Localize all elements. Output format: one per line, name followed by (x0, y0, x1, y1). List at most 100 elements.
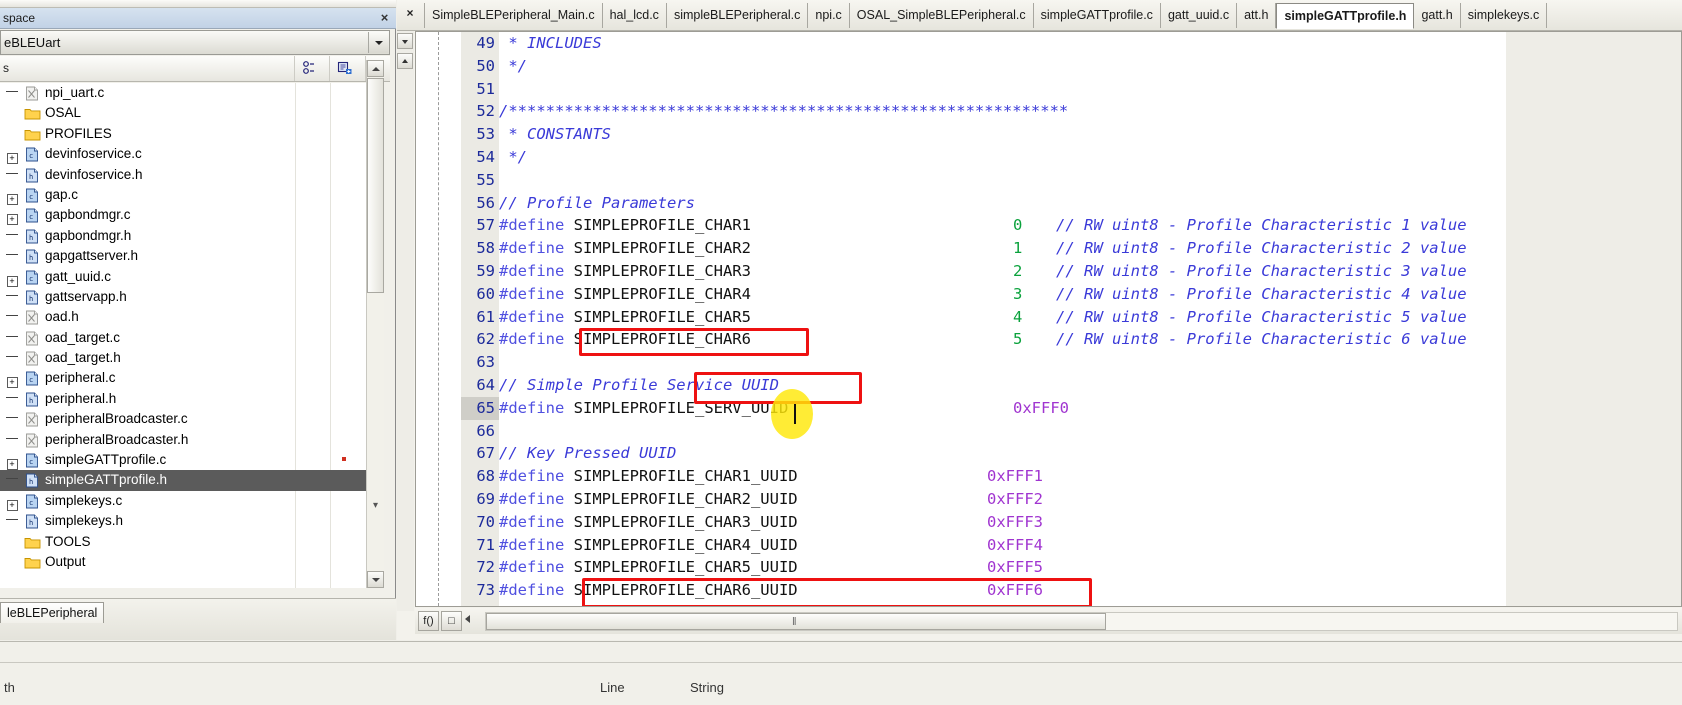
code-line[interactable]: 52/*************************************… (416, 100, 1681, 123)
code-trailing-comment: // RW uint8 - Profile Characteristic 4 v… (1056, 284, 1467, 303)
code-line[interactable]: 72 #define SIMPLEPROFILE_CHAR5_UUID 0xFFF5 (416, 556, 1681, 579)
tree-item[interactable]: + c peripheral.c (0, 368, 374, 389)
code-line[interactable]: 62 #define SIMPLEPROFILE_CHAR6 5 // RW uint… (416, 328, 1681, 351)
editor-tab-simplebleperipheral-main-c[interactable]: SimpleBLEPeripheral_Main.c (424, 3, 603, 28)
code-line[interactable]: 55 (416, 169, 1681, 192)
expand-plus-icon[interactable]: + (0, 450, 24, 471)
code-text: #define SIMPLEPROFILE_CHAR1 (499, 216, 751, 235)
tree-item[interactable]: + c gap.c (0, 185, 374, 205)
editor-tab-simplekeys-c[interactable]: simplekeys.c (1461, 3, 1548, 28)
code-line[interactable]: 49 * INCLUDES (416, 32, 1681, 55)
h-file-icon: h (24, 249, 41, 264)
tree-item[interactable]: peripheralBroadcaster.h (0, 430, 374, 450)
code-line[interactable]: 65 #define SIMPLEPROFILE_SERV_UUID 0xFFF0 (416, 396, 1681, 420)
editor-tab-att-h[interactable]: att.h (1237, 3, 1277, 28)
tree-branch-icon (0, 328, 24, 348)
relations-icon[interactable] (300, 60, 317, 77)
code-line[interactable]: 54 */ (416, 146, 1681, 169)
code-line[interactable]: 58 #define SIMPLEPROFILE_CHAR2 1 // RW uint… (416, 237, 1681, 260)
code-line[interactable]: 50 */ (416, 55, 1681, 78)
editor-tab-bar[interactable]: × SimpleBLEPeripheral_Main.c hal_lcd.c sim… (397, 0, 1682, 31)
scroll-up-icon[interactable] (397, 33, 413, 49)
code-editor[interactable]: 49 * INCLUDES 50 */51 52/*****************… (415, 31, 1682, 607)
fold-toggle-button[interactable]: f() (418, 611, 439, 631)
hscroll-thumb[interactable]: ‖ (486, 613, 1106, 630)
editor-tab-simplegattprofile-c[interactable]: simpleGATTprofile.c (1034, 3, 1161, 28)
editor-tab-gatt-uuid-c[interactable]: gatt_uuid.c (1161, 3, 1238, 28)
editor-tab-npi-c[interactable]: npi.c (808, 3, 850, 28)
tree-item[interactable]: PROFILES (0, 124, 374, 144)
code-line[interactable]: 51 (416, 78, 1681, 101)
editor-tab-label: simplekeys.c (1467, 8, 1540, 22)
code-line[interactable]: 73 #define SIMPLEPROFILE_CHAR6_UUID 0xFFF6 (416, 579, 1681, 602)
tree-item[interactable]: oad_target.c (0, 328, 374, 348)
tree-item[interactable]: + c simplekeys.c (0, 491, 374, 511)
editor-tab-gatt-h[interactable]: gatt.h (1414, 3, 1461, 28)
workspace-tab-project[interactable]: leBLEPeripheral (0, 602, 105, 623)
editor-tab-simplegattprofile-h[interactable]: simpleGATTprofile.h (1276, 3, 1415, 29)
close-icon[interactable]: × (401, 6, 419, 26)
code-line[interactable]: 59 #define SIMPLEPROFILE_CHAR3 2 // RW uint… (416, 260, 1681, 283)
tree-item[interactable]: h simplekeys.h (0, 511, 374, 531)
scroll-down-icon[interactable] (397, 53, 413, 69)
expand-plus-icon[interactable]: + (0, 267, 24, 287)
scroll-down-icon[interactable] (367, 571, 384, 588)
scroll-up-icon[interactable] (367, 60, 384, 77)
ide-window: space × eBLEUart s npi_uart.c OSAL PROFI… (0, 0, 1682, 705)
code-line[interactable]: 63 (416, 351, 1681, 374)
code-line[interactable]: 69 #define SIMPLEPROFILE_CHAR2_UUID 0xFFF2 (416, 488, 1681, 511)
tree-item[interactable]: oad.h (0, 307, 374, 327)
editor-horizontal-scrollbar[interactable]: f() □ ‖ (415, 608, 1682, 634)
tree-item[interactable]: h gattservapp.h (0, 287, 374, 307)
code-line[interactable]: 70 #define SIMPLEPROFILE_CHAR3_UUID 0xFFF3 (416, 511, 1681, 534)
code-line[interactable]: 61 #define SIMPLEPROFILE_CHAR5 4 // RW uint… (416, 306, 1681, 329)
x-file-icon (24, 351, 41, 366)
editor-tab-hal-lcd-c[interactable]: hal_lcd.c (603, 3, 667, 28)
tree-item[interactable]: TOOLS (0, 532, 374, 552)
expand-plus-icon[interactable]: + (0, 205, 24, 226)
tree-item[interactable]: h peripheral.h (0, 389, 374, 409)
collapse-toggle-button[interactable]: □ (441, 611, 462, 631)
line-number: 64 (476, 376, 495, 394)
tree-item[interactable]: oad_target.h (0, 348, 374, 368)
expand-plus-icon[interactable]: + (0, 144, 24, 165)
tree-item[interactable]: + c simpleGATTprofile.c (0, 450, 374, 471)
expand-plus-icon[interactable]: + (0, 491, 24, 511)
hscroll-track[interactable]: ‖ (485, 612, 1678, 631)
code-line[interactable]: 56// Profile Parameters (416, 192, 1681, 215)
editor-tab-osal-simplebleperipheral-c[interactable]: OSAL_SimpleBLEPeripheral.c (850, 3, 1034, 28)
code-line[interactable]: 57 #define SIMPLEPROFILE_CHAR1 0 // RW uint… (416, 214, 1681, 237)
expand-plus-icon[interactable]: + (0, 368, 24, 389)
scrollbar-thumb[interactable] (367, 78, 384, 293)
tree-item[interactable]: Output (0, 552, 374, 572)
tree-item[interactable]: h devinfoservice.h (0, 165, 374, 185)
project-selector-dropdown[interactable]: eBLEUart (0, 30, 390, 55)
code-line[interactable]: 68 #define SIMPLEPROFILE_CHAR1_UUID 0xFFF1 (416, 465, 1681, 488)
tree-item[interactable]: + c gatt_uuid.c (0, 267, 374, 287)
tree-item[interactable]: h gapbondmgr.h (0, 226, 374, 246)
tree-item[interactable]: + c gapbondmgr.c (0, 205, 374, 226)
tree-item-label: gatt_uuid.c (45, 268, 112, 284)
tree-item[interactable]: + c devinfoservice.c (0, 144, 374, 165)
tree-item[interactable]: OSAL (0, 103, 374, 123)
code-line[interactable]: 71 #define SIMPLEPROFILE_CHAR4_UUID 0xFFF4 (416, 534, 1681, 557)
tree-item[interactable]: npi_uart.c (0, 83, 374, 103)
project-file-tree[interactable]: npi_uart.c OSAL PROFILES + c devinfoservice.c… (0, 83, 374, 588)
close-icon[interactable]: × (377, 11, 392, 26)
code-line[interactable]: 64// Simple Profile Service UUID (416, 374, 1681, 397)
tree-item-selected[interactable]: h simpleGATTprofile.h (0, 470, 366, 491)
code-line[interactable]: 53 * CONSTANTS (416, 123, 1681, 146)
code-line[interactable]: 67// Key Pressed UUID (416, 442, 1681, 465)
tree-item[interactable]: h gapgattserver.h (0, 246, 374, 266)
line-number: 61 (476, 307, 495, 326)
tree-column-files[interactable]: s (0, 56, 295, 81)
editor-tab-simplebleperipheral-c[interactable]: simpleBLEPeripheral.c (667, 3, 809, 28)
scroll-left-icon[interactable] (465, 615, 470, 623)
code-line[interactable]: 66 (416, 420, 1681, 443)
tree-item[interactable]: peripheralBroadcaster.c (0, 409, 374, 429)
expand-plus-icon[interactable]: + (0, 185, 24, 205)
tree-vertical-scrollbar[interactable]: ▾ (366, 60, 384, 588)
chevron-down-icon[interactable] (368, 32, 388, 53)
make-icon[interactable] (336, 60, 353, 77)
code-line[interactable]: 60 #define SIMPLEPROFILE_CHAR4 3 // RW uint… (416, 283, 1681, 306)
